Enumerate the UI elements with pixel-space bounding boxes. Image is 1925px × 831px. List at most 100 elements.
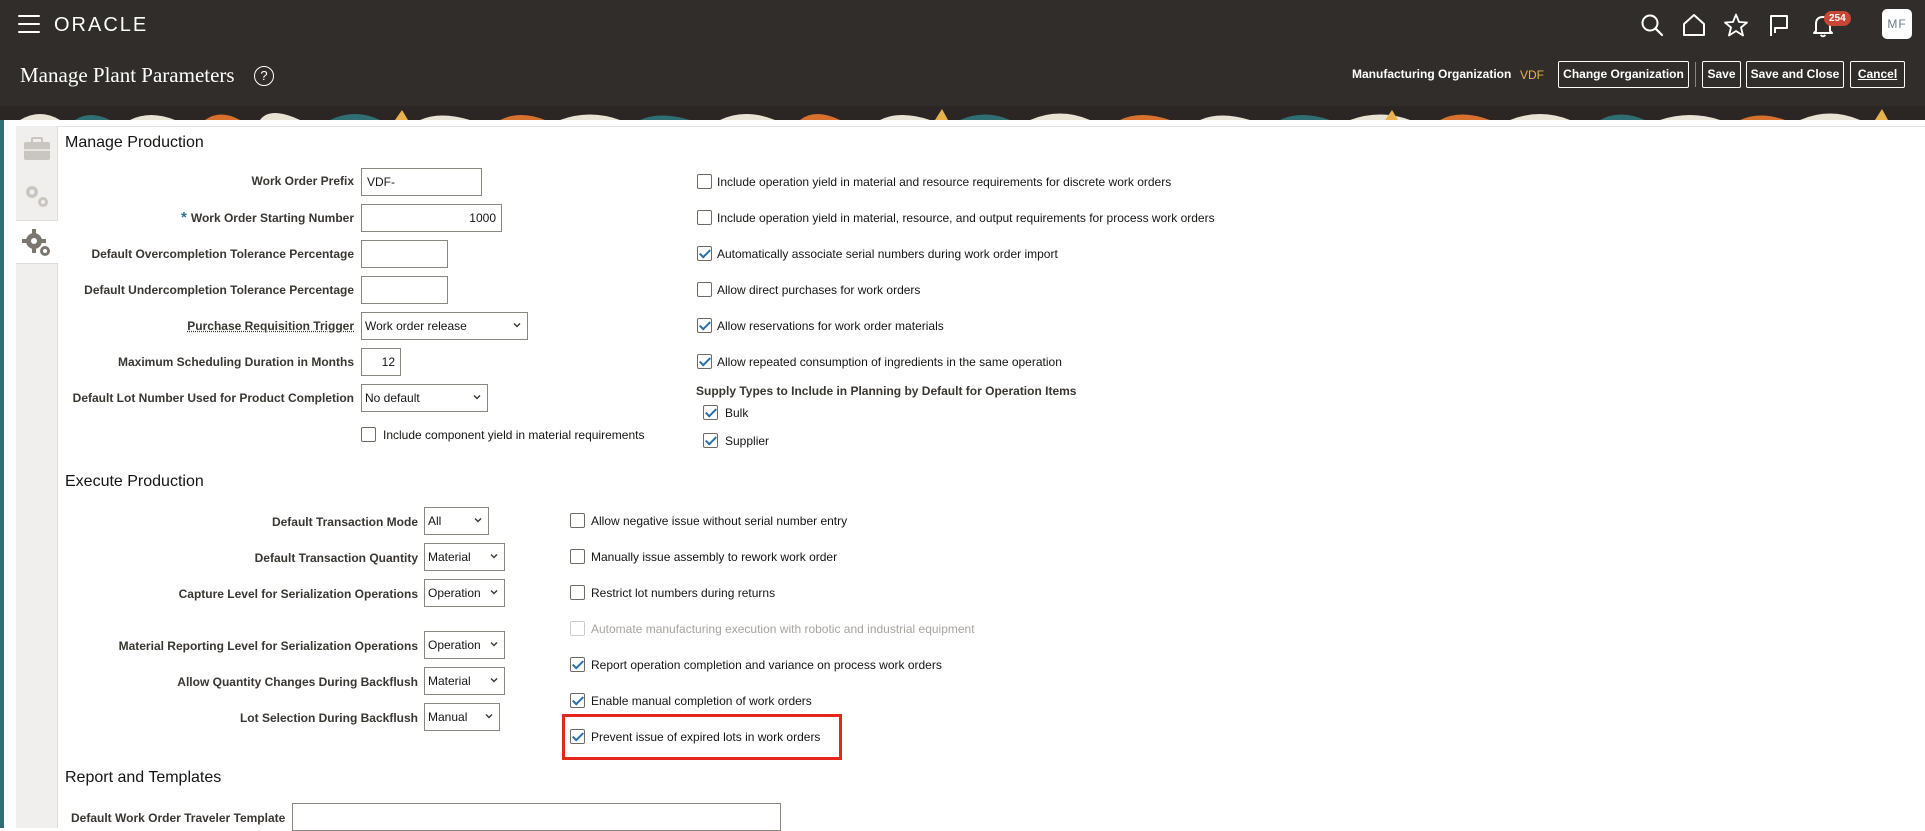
automate-manufacturing-checkbox <box>570 621 585 636</box>
auto-associate-serial-numbers-label: Automatically associate serial numbers d… <box>717 247 1058 261</box>
lot-selection-backflush-select[interactable]: Manual <box>424 703 500 731</box>
allow-repeated-consumption-checkbox[interactable] <box>697 354 712 369</box>
traveler-template-label: Default Work Order Traveler Template <box>71 811 285 825</box>
report-and-templates-heading: Report and Templates <box>65 769 221 787</box>
allow-reservations-checkbox[interactable] <box>697 318 712 333</box>
operation-yield-process-label: Include operation yield in material, res… <box>717 211 1215 225</box>
supply-type-supplier-label: Supplier <box>725 434 769 448</box>
material-reporting-level-label: Material Reporting Level for Serializati… <box>119 639 418 653</box>
purchase-requisition-trigger-select[interactable]: Work order release <box>361 312 528 340</box>
allow-quantity-changes-value: Material <box>428 674 471 688</box>
user-avatar[interactable]: MF <box>1882 9 1912 39</box>
save-button[interactable]: Save <box>1702 61 1741 88</box>
default-transaction-quantity-label: Default Transaction Quantity <box>255 551 418 565</box>
supply-type-bulk-label: Bulk <box>725 406 748 420</box>
capture-level-serialization-label: Capture Level for Serialization Operatio… <box>179 587 418 601</box>
organization-label: Manufacturing Organization <box>1352 67 1511 81</box>
material-reporting-level-value: Operation <box>428 638 481 652</box>
work-order-starting-number-text: Work Order Starting Number <box>191 211 354 225</box>
oracle-logo[interactable]: ORACLE <box>54 14 148 37</box>
organization-value: VDF <box>1520 68 1544 82</box>
allow-direct-purchases-label: Allow direct purchases for work orders <box>717 283 920 297</box>
undercompletion-tolerance-label: Default Undercompletion Tolerance Percen… <box>84 283 354 297</box>
lot-selection-backflush-value: Manual <box>428 710 467 724</box>
left-edge-strip <box>0 120 4 828</box>
operation-yield-process-checkbox[interactable] <box>697 210 712 225</box>
allow-reservations-label: Allow reservations for work order materi… <box>717 319 944 333</box>
report-operation-completion-checkbox[interactable] <box>570 657 585 672</box>
execute-production-heading: Execute Production <box>65 473 204 491</box>
chevron-down-icon <box>473 515 483 525</box>
purchase-requisition-trigger-label: Purchase Requisition Trigger <box>187 319 354 333</box>
global-header: ORACLE 254 MF <box>0 0 1925 50</box>
traveler-template-input[interactable] <box>292 803 781 831</box>
allow-repeated-consumption-label: Allow repeated consumption of ingredient… <box>717 355 1062 369</box>
operation-yield-discrete-checkbox[interactable] <box>697 174 712 189</box>
default-transaction-quantity-value: Material <box>428 550 471 564</box>
allow-negative-issue-checkbox[interactable] <box>570 513 585 528</box>
supply-type-supplier-checkbox[interactable] <box>703 433 718 448</box>
briefcase-icon[interactable] <box>16 128 58 172</box>
required-indicator: * <box>181 209 187 226</box>
capture-level-serialization-select[interactable]: Operation <box>424 579 505 607</box>
page-title: Manage Plant Parameters <box>20 63 235 88</box>
work-order-prefix-label: Work Order Prefix <box>252 174 354 188</box>
change-organization-button[interactable]: Change Organization <box>1558 61 1689 88</box>
overcompletion-tolerance-input[interactable] <box>361 240 448 268</box>
chevron-down-icon <box>472 392 482 402</box>
help-icon[interactable]: ? <box>254 66 274 86</box>
chevron-down-icon <box>512 320 522 330</box>
menu-icon[interactable] <box>18 15 40 33</box>
capture-level-serialization-value: Operation <box>428 586 481 600</box>
prevent-expired-lots-checkbox[interactable] <box>570 729 585 744</box>
notification-count-badge: 254 <box>1824 11 1851 26</box>
supply-types-label: Supply Types to Include in Planning by D… <box>696 384 1076 398</box>
gears-icon[interactable] <box>16 174 58 218</box>
restrict-lot-numbers-label: Restrict lot numbers during returns <box>591 586 775 600</box>
search-icon[interactable] <box>1639 12 1665 38</box>
restrict-lot-numbers-checkbox[interactable] <box>570 585 585 600</box>
allow-negative-issue-label: Allow negative issue without serial numb… <box>591 514 847 528</box>
flag-icon[interactable] <box>1766 12 1792 38</box>
decorative-banner-pattern <box>0 106 1925 120</box>
allow-direct-purchases-checkbox[interactable] <box>697 282 712 297</box>
default-transaction-quantity-select[interactable]: Material <box>424 543 505 571</box>
enable-manual-completion-checkbox[interactable] <box>570 693 585 708</box>
lot-selection-backflush-label: Lot Selection During Backflush <box>240 711 418 725</box>
default-transaction-mode-select[interactable]: All <box>424 507 489 535</box>
chevron-down-icon <box>489 587 499 597</box>
max-scheduling-duration-label: Maximum Scheduling Duration in Months <box>118 355 354 369</box>
default-lot-number-value: No default <box>365 391 420 405</box>
work-order-prefix-input[interactable]: VDF- <box>361 168 482 196</box>
page-header: Manage Plant Parameters ? Manufacturing … <box>0 50 1925 120</box>
include-component-yield-checkbox[interactable] <box>361 427 376 442</box>
manage-production-heading: Manage Production <box>65 134 204 152</box>
manually-issue-assembly-checkbox[interactable] <box>570 549 585 564</box>
auto-associate-serial-numbers-checkbox[interactable] <box>697 246 712 261</box>
prevent-expired-lots-label: Prevent issue of expired lots in work or… <box>591 730 820 744</box>
allow-quantity-changes-select[interactable]: Material <box>424 667 505 695</box>
default-transaction-mode-label: Default Transaction Mode <box>272 515 418 529</box>
home-icon[interactable] <box>1681 12 1707 38</box>
settings-gear-icon[interactable] <box>16 220 58 264</box>
side-task-rail <box>16 126 58 828</box>
overcompletion-tolerance-label: Default Overcompletion Tolerance Percent… <box>91 247 354 261</box>
supply-type-bulk-checkbox[interactable] <box>703 405 718 420</box>
save-and-close-button[interactable]: Save and Close <box>1746 61 1844 88</box>
max-scheduling-duration-input[interactable]: 12 <box>361 348 401 376</box>
manually-issue-assembly-label: Manually issue assembly to rework work o… <box>591 550 837 564</box>
content-top-divider <box>58 126 1925 127</box>
star-icon[interactable] <box>1723 12 1749 38</box>
default-lot-number-select[interactable]: No default <box>361 384 488 412</box>
purchase-requisition-trigger-value: Work order release <box>365 319 467 333</box>
chevron-down-icon <box>489 639 499 649</box>
work-order-starting-number-input[interactable]: 1000 <box>361 204 502 232</box>
report-operation-completion-label: Report operation completion and variance… <box>591 658 942 672</box>
default-transaction-mode-value: All <box>428 514 441 528</box>
enable-manual-completion-label: Enable manual completion of work orders <box>591 694 812 708</box>
material-reporting-level-select[interactable]: Operation <box>424 631 505 659</box>
cancel-button[interactable]: Cancel <box>1850 61 1905 88</box>
default-lot-number-label: Default Lot Number Used for Product Comp… <box>73 391 354 405</box>
work-order-starting-number-label: * Work Order Starting Number <box>181 209 354 226</box>
undercompletion-tolerance-input[interactable] <box>361 276 448 304</box>
